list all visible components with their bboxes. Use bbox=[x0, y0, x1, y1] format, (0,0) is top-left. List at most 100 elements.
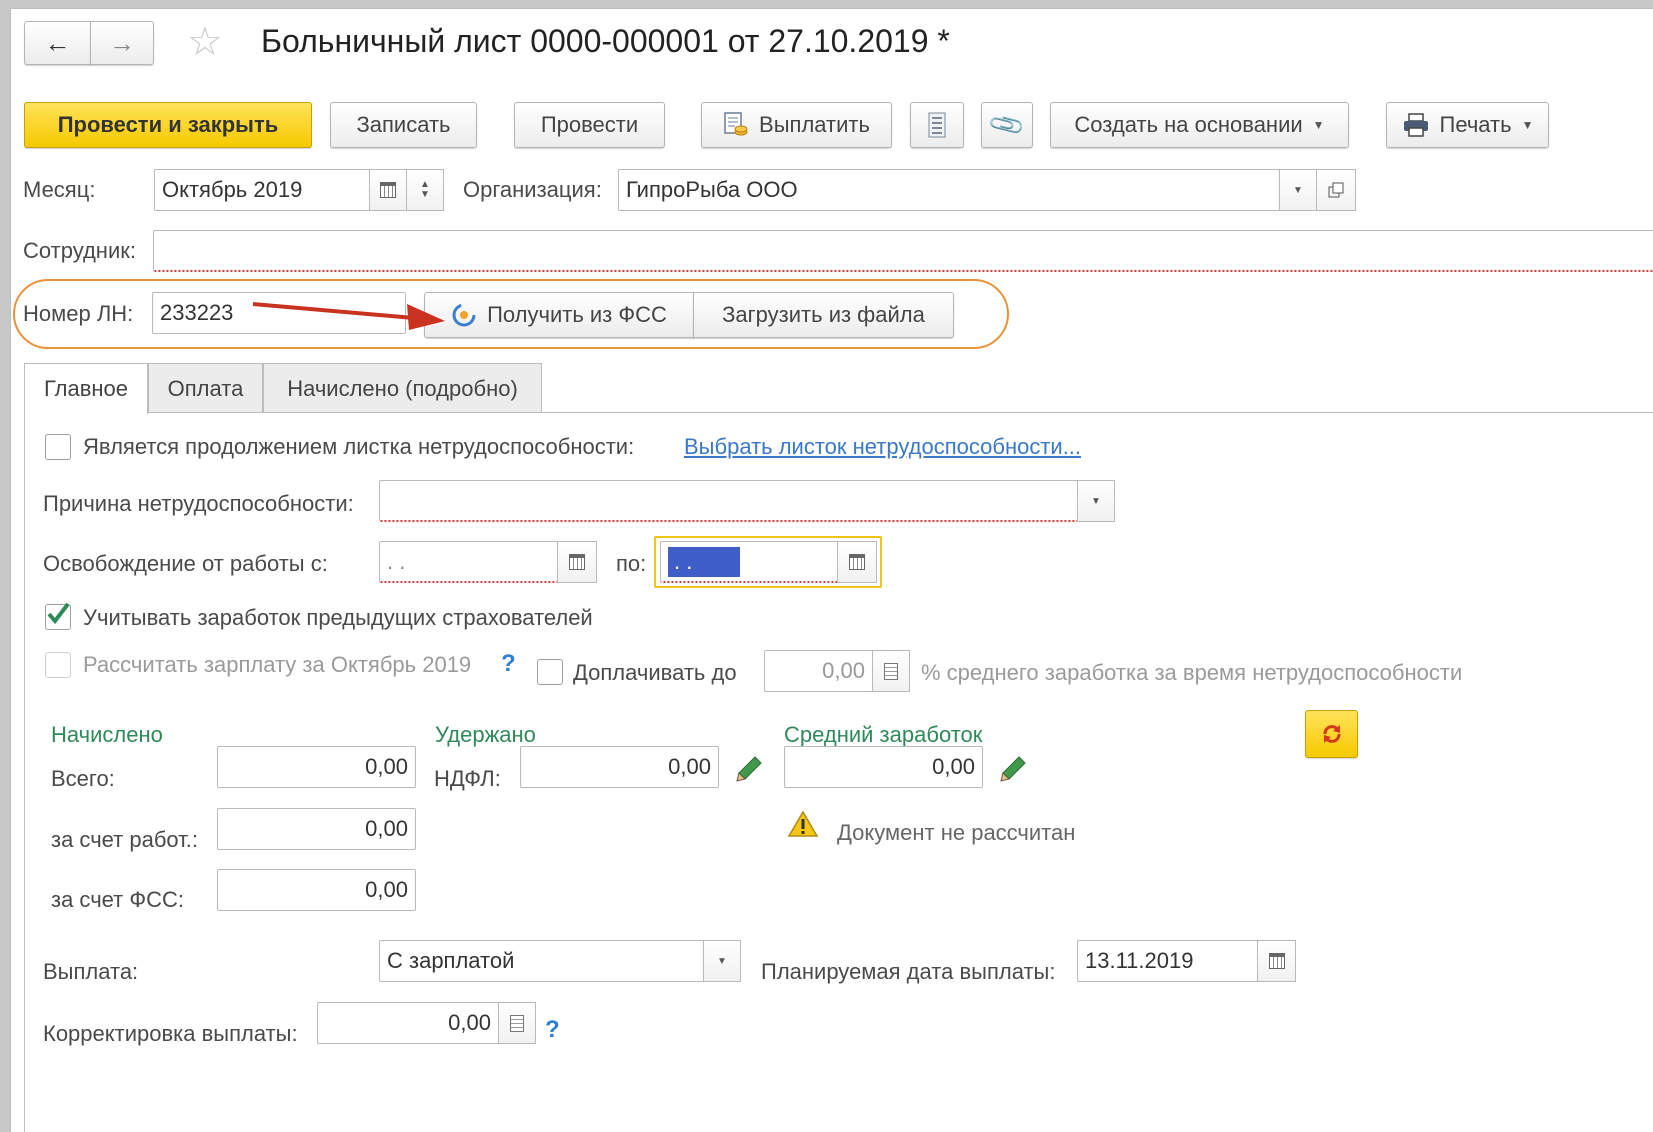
calendar-icon bbox=[849, 554, 865, 570]
month-spinner[interactable]: ▲ ▼ bbox=[406, 169, 444, 211]
reason-label: Причина нетрудоспособности: bbox=[43, 491, 354, 516]
ndfl-edit-pencil-icon[interactable] bbox=[735, 755, 763, 783]
reason-input[interactable] bbox=[379, 480, 1078, 522]
fss-share-label: за счет ФСС: bbox=[51, 887, 184, 912]
release-to-label: по: bbox=[616, 551, 647, 576]
withheld-heading: Удержано bbox=[435, 722, 536, 747]
calc-salary-checkbox[interactable] bbox=[45, 652, 71, 678]
planned-date-input[interactable]: 13.11.2019 bbox=[1077, 940, 1258, 982]
employer-share-label: за счет работ.: bbox=[51, 827, 199, 852]
payment-label: Выплата: bbox=[43, 959, 139, 984]
continuation-checkbox[interactable] bbox=[45, 434, 71, 460]
organization-label: Организация: bbox=[463, 177, 602, 202]
payment-method-value: С зарплатой bbox=[387, 948, 515, 973]
release-to-input[interactable]: . . bbox=[660, 541, 838, 583]
calendar-icon bbox=[1268, 953, 1285, 969]
calc-salary-help-icon[interactable]: ? bbox=[501, 650, 516, 678]
tab-main-label: Главное bbox=[43, 376, 129, 401]
employee-label: Сотрудник: bbox=[23, 238, 136, 263]
release-to-calendar-button[interactable] bbox=[837, 541, 877, 583]
planned-date-value: 13.11.2019 bbox=[1085, 948, 1194, 973]
employee-input[interactable] bbox=[153, 230, 1653, 272]
planned-date-calendar-button[interactable] bbox=[1257, 940, 1296, 982]
average-earnings-field: 0,00 bbox=[784, 746, 983, 788]
month-value: Октябрь 2019 bbox=[162, 177, 303, 202]
release-from-input[interactable]: . . bbox=[379, 541, 558, 583]
document-coins-icon bbox=[724, 112, 748, 136]
list-view-button[interactable] bbox=[910, 102, 964, 148]
save-label: Записать bbox=[356, 112, 451, 137]
post-button[interactable]: Провести bbox=[514, 102, 665, 148]
choose-sick-leave-link[interactable]: Выбрать листок нетрудоспособности... bbox=[684, 434, 1081, 460]
payment-correction-help-icon[interactable]: ? bbox=[545, 1016, 560, 1044]
payment-correction-input[interactable]: 0,00 bbox=[317, 1002, 499, 1044]
chevron-down-icon: ▼ bbox=[1091, 495, 1101, 507]
average-edit-pencil-icon[interactable] bbox=[999, 755, 1027, 783]
topup-calculator-button[interactable] bbox=[872, 650, 910, 692]
post-and-close-label: Провести и закрыть bbox=[57, 112, 279, 137]
tab-payment-label: Оплата bbox=[167, 375, 244, 401]
organization-value: ГипроРыба ООО bbox=[626, 177, 798, 202]
fss-share-field: 0,00 bbox=[217, 869, 416, 911]
open-window-icon bbox=[1328, 182, 1344, 198]
calculator-icon bbox=[884, 662, 898, 680]
nav-back-button[interactable]: ← bbox=[24, 21, 91, 65]
organization-input[interactable]: ГипроРыба ООО bbox=[618, 169, 1280, 211]
pay-label: Выплатить bbox=[759, 112, 870, 137]
paperclip-icon: 📎 bbox=[987, 105, 1027, 145]
print-label: Печать bbox=[1439, 112, 1512, 137]
month-input[interactable]: Октябрь 2019 bbox=[154, 169, 370, 211]
tab-active-gap bbox=[25, 411, 147, 414]
favorite-star-icon[interactable]: ☆ bbox=[187, 19, 223, 65]
chevron-down-icon: ▼ bbox=[1293, 184, 1303, 196]
fss-share-value: 0,00 bbox=[365, 877, 408, 902]
print-button[interactable]: Печать ▼ bbox=[1386, 102, 1549, 148]
list-icon bbox=[928, 112, 946, 138]
accrued-total-label: Всего: bbox=[51, 766, 115, 791]
topup-suffix-label: % среднего заработка за время нетрудоспо… bbox=[921, 660, 1463, 685]
month-calendar-button[interactable] bbox=[369, 169, 407, 211]
save-button[interactable]: Записать bbox=[330, 102, 477, 148]
reason-dropdown-button[interactable]: ▼ bbox=[1077, 480, 1115, 522]
organization-open-button[interactable] bbox=[1316, 169, 1356, 211]
tab-accrued-details[interactable]: Начислено (подробно) bbox=[263, 363, 542, 413]
accrued-total-value: 0,00 bbox=[365, 754, 408, 779]
arrow-right-icon: → bbox=[109, 27, 135, 58]
window-title: Больничный лист 0000-000001 от 27.10.201… bbox=[261, 23, 950, 59]
post-and-close-button[interactable]: Провести и закрыть bbox=[24, 102, 312, 148]
post-label: Провести bbox=[540, 112, 639, 137]
ndfl-label: НДФЛ: bbox=[434, 766, 501, 791]
average-heading: Средний заработок bbox=[784, 722, 983, 747]
average-earnings-value: 0,00 bbox=[932, 754, 975, 779]
dropdown-arrow-icon: ▼ bbox=[1312, 118, 1325, 132]
release-from-calendar-button[interactable] bbox=[557, 541, 597, 583]
refresh-icon bbox=[1323, 725, 1340, 743]
calculator-icon bbox=[510, 1014, 524, 1032]
create-based-on-button[interactable]: Создать на основании ▼ bbox=[1050, 102, 1349, 148]
payment-correction-calculator-button[interactable] bbox=[498, 1002, 536, 1044]
topup-checkbox[interactable] bbox=[537, 659, 563, 685]
attach-button[interactable]: 📎 bbox=[981, 102, 1033, 148]
checkmark-icon bbox=[47, 602, 70, 625]
tab-main[interactable]: Главное bbox=[24, 363, 148, 414]
tab-accrued-details-label: Начислено (подробно) bbox=[287, 375, 518, 401]
warning-icon bbox=[787, 810, 819, 837]
spin-down-icon: ▼ bbox=[420, 189, 430, 200]
nav-forward-button[interactable]: → bbox=[90, 21, 154, 65]
pay-button[interactable]: Выплатить bbox=[701, 102, 892, 148]
organization-dropdown-button[interactable]: ▼ bbox=[1279, 169, 1317, 211]
chevron-down-icon: ▼ bbox=[717, 955, 727, 967]
highlight-oval bbox=[13, 279, 1009, 349]
payment-correction-value: 0,00 bbox=[448, 1010, 491, 1035]
tab-payment[interactable]: Оплата bbox=[148, 363, 263, 413]
topup-percent-input[interactable]: 0,00 bbox=[764, 650, 873, 692]
release-from-label: Освобождение от работы с: bbox=[43, 551, 328, 576]
payment-method-input[interactable]: С зарплатой bbox=[379, 940, 704, 982]
topup-label: Доплачивать до bbox=[573, 660, 737, 685]
annotation-arrow bbox=[252, 302, 445, 330]
calendar-icon bbox=[380, 182, 396, 198]
recalculate-button[interactable] bbox=[1305, 710, 1358, 758]
prev-insurers-checkbox[interactable] bbox=[45, 602, 71, 630]
payment-method-dropdown-button[interactable]: ▼ bbox=[703, 940, 741, 982]
printer-icon bbox=[1403, 113, 1428, 137]
